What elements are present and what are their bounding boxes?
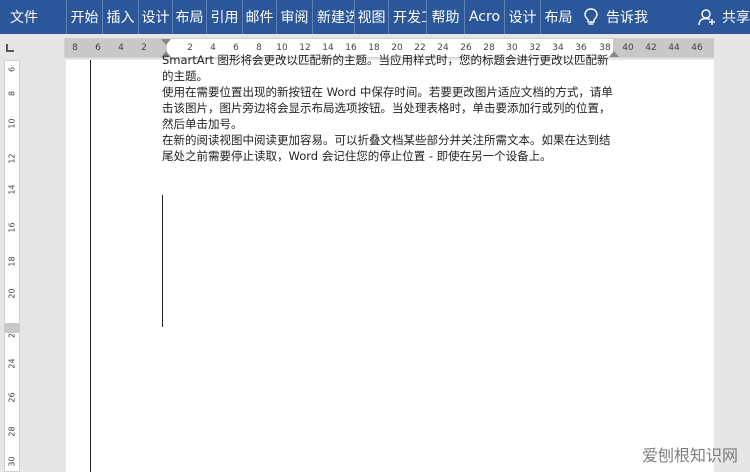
tab-acrobat[interactable]: Acro [464, 0, 504, 34]
ruler-tick: 4 [118, 43, 124, 53]
lightbulb-icon [584, 8, 598, 25]
tab-references[interactable]: 引用 [206, 0, 242, 34]
tab-table-design[interactable]: 设计 [504, 0, 540, 34]
ruler-tick: 46 [691, 43, 703, 53]
ruler-tick: 44 [668, 43, 680, 53]
ruler-tick: 30 [7, 456, 17, 467]
tab-home[interactable]: 开始 [66, 0, 102, 34]
document-page[interactable]: SmartArt 图形将会更改以匹配新的主题。当应用样式时，您的标题会进行更改以… [66, 53, 714, 472]
tell-me-search[interactable]: 告诉我 [584, 0, 648, 34]
share-label: 共享 [722, 10, 750, 26]
vertical-ruler[interactable]: 6 8 10 12 14 16 18 20 2 24 26 28 30 [4, 60, 20, 472]
ribbon-tab-bar: 文件 开始 插入 设计 布局 引用 邮件 审阅 新建选 视图 开发工 帮助 Ac… [0, 0, 750, 34]
ruler-tick: 8 [72, 43, 78, 53]
ruler-tick: 12 [7, 153, 17, 164]
ruler-tick: 14 [7, 184, 17, 195]
watermark: 爱刨根知识网 [642, 442, 738, 466]
paragraph[interactable]: 使用在需要位置出现的新按钮在 Word 中保存时间。若要更改图片适应文档的方式，… [162, 84, 617, 132]
tab-view[interactable]: 视图 [354, 0, 388, 34]
tab-mailings[interactable]: 邮件 [242, 0, 276, 34]
ruler-tick: 18 [7, 256, 17, 267]
ruler-tick: 6 [7, 66, 17, 73]
ruler-tick: 10 [7, 118, 17, 129]
page-margin-line [90, 60, 91, 472]
watermark-label: 爱刨根知识网 [641, 446, 738, 465]
left-tab-stop-icon [6, 44, 14, 52]
tab-developer[interactable]: 开发工 [388, 0, 426, 34]
tab-new-group[interactable]: 新建选 [312, 0, 354, 34]
ruler-tick: 16 [7, 222, 17, 233]
ruler-tick: 6 [95, 43, 101, 53]
first-line-indent-marker[interactable] [161, 39, 171, 45]
tell-me-label: 告诉我 [606, 10, 648, 26]
share-button[interactable]: 共享 [698, 0, 750, 34]
tab-file[interactable]: 文件 [0, 0, 66, 34]
ruler-tick: 28 [7, 426, 17, 437]
tab-selector[interactable] [0, 38, 20, 58]
ruler-tick: 2 [7, 332, 17, 339]
tab-layout[interactable]: 布局 [172, 0, 206, 34]
tab-review[interactable]: 审阅 [276, 0, 312, 34]
ruler-tick: 24 [7, 358, 17, 369]
tab-design[interactable]: 设计 [138, 0, 172, 34]
tab-table-layout[interactable]: 布局 [540, 0, 576, 34]
paragraph[interactable]: SmartArt 图形将会更改以匹配新的主题。当应用样式时，您的标题会进行更改以… [162, 52, 617, 84]
ruler-tick: 20 [7, 288, 17, 299]
ruler-tick: 42 [645, 43, 657, 53]
ruler-tick: 26 [7, 392, 17, 403]
ruler-tick: 2 [141, 43, 147, 53]
paragraph[interactable]: 在新的阅读视图中阅读更加容易。可以折叠文档某些部分并关注所需文本。如果在达到结尾… [162, 132, 617, 164]
person-add-icon [698, 9, 715, 26]
ruler-tick: 40 [622, 43, 634, 53]
ruler-tick: 8 [7, 90, 17, 97]
tab-insert[interactable]: 插入 [102, 0, 138, 34]
document-body[interactable]: SmartArt 图形将会更改以匹配新的主题。当应用样式时，您的标题会进行更改以… [162, 53, 617, 164]
tab-help[interactable]: 帮助 [426, 0, 464, 34]
text-cursor [162, 195, 163, 327]
